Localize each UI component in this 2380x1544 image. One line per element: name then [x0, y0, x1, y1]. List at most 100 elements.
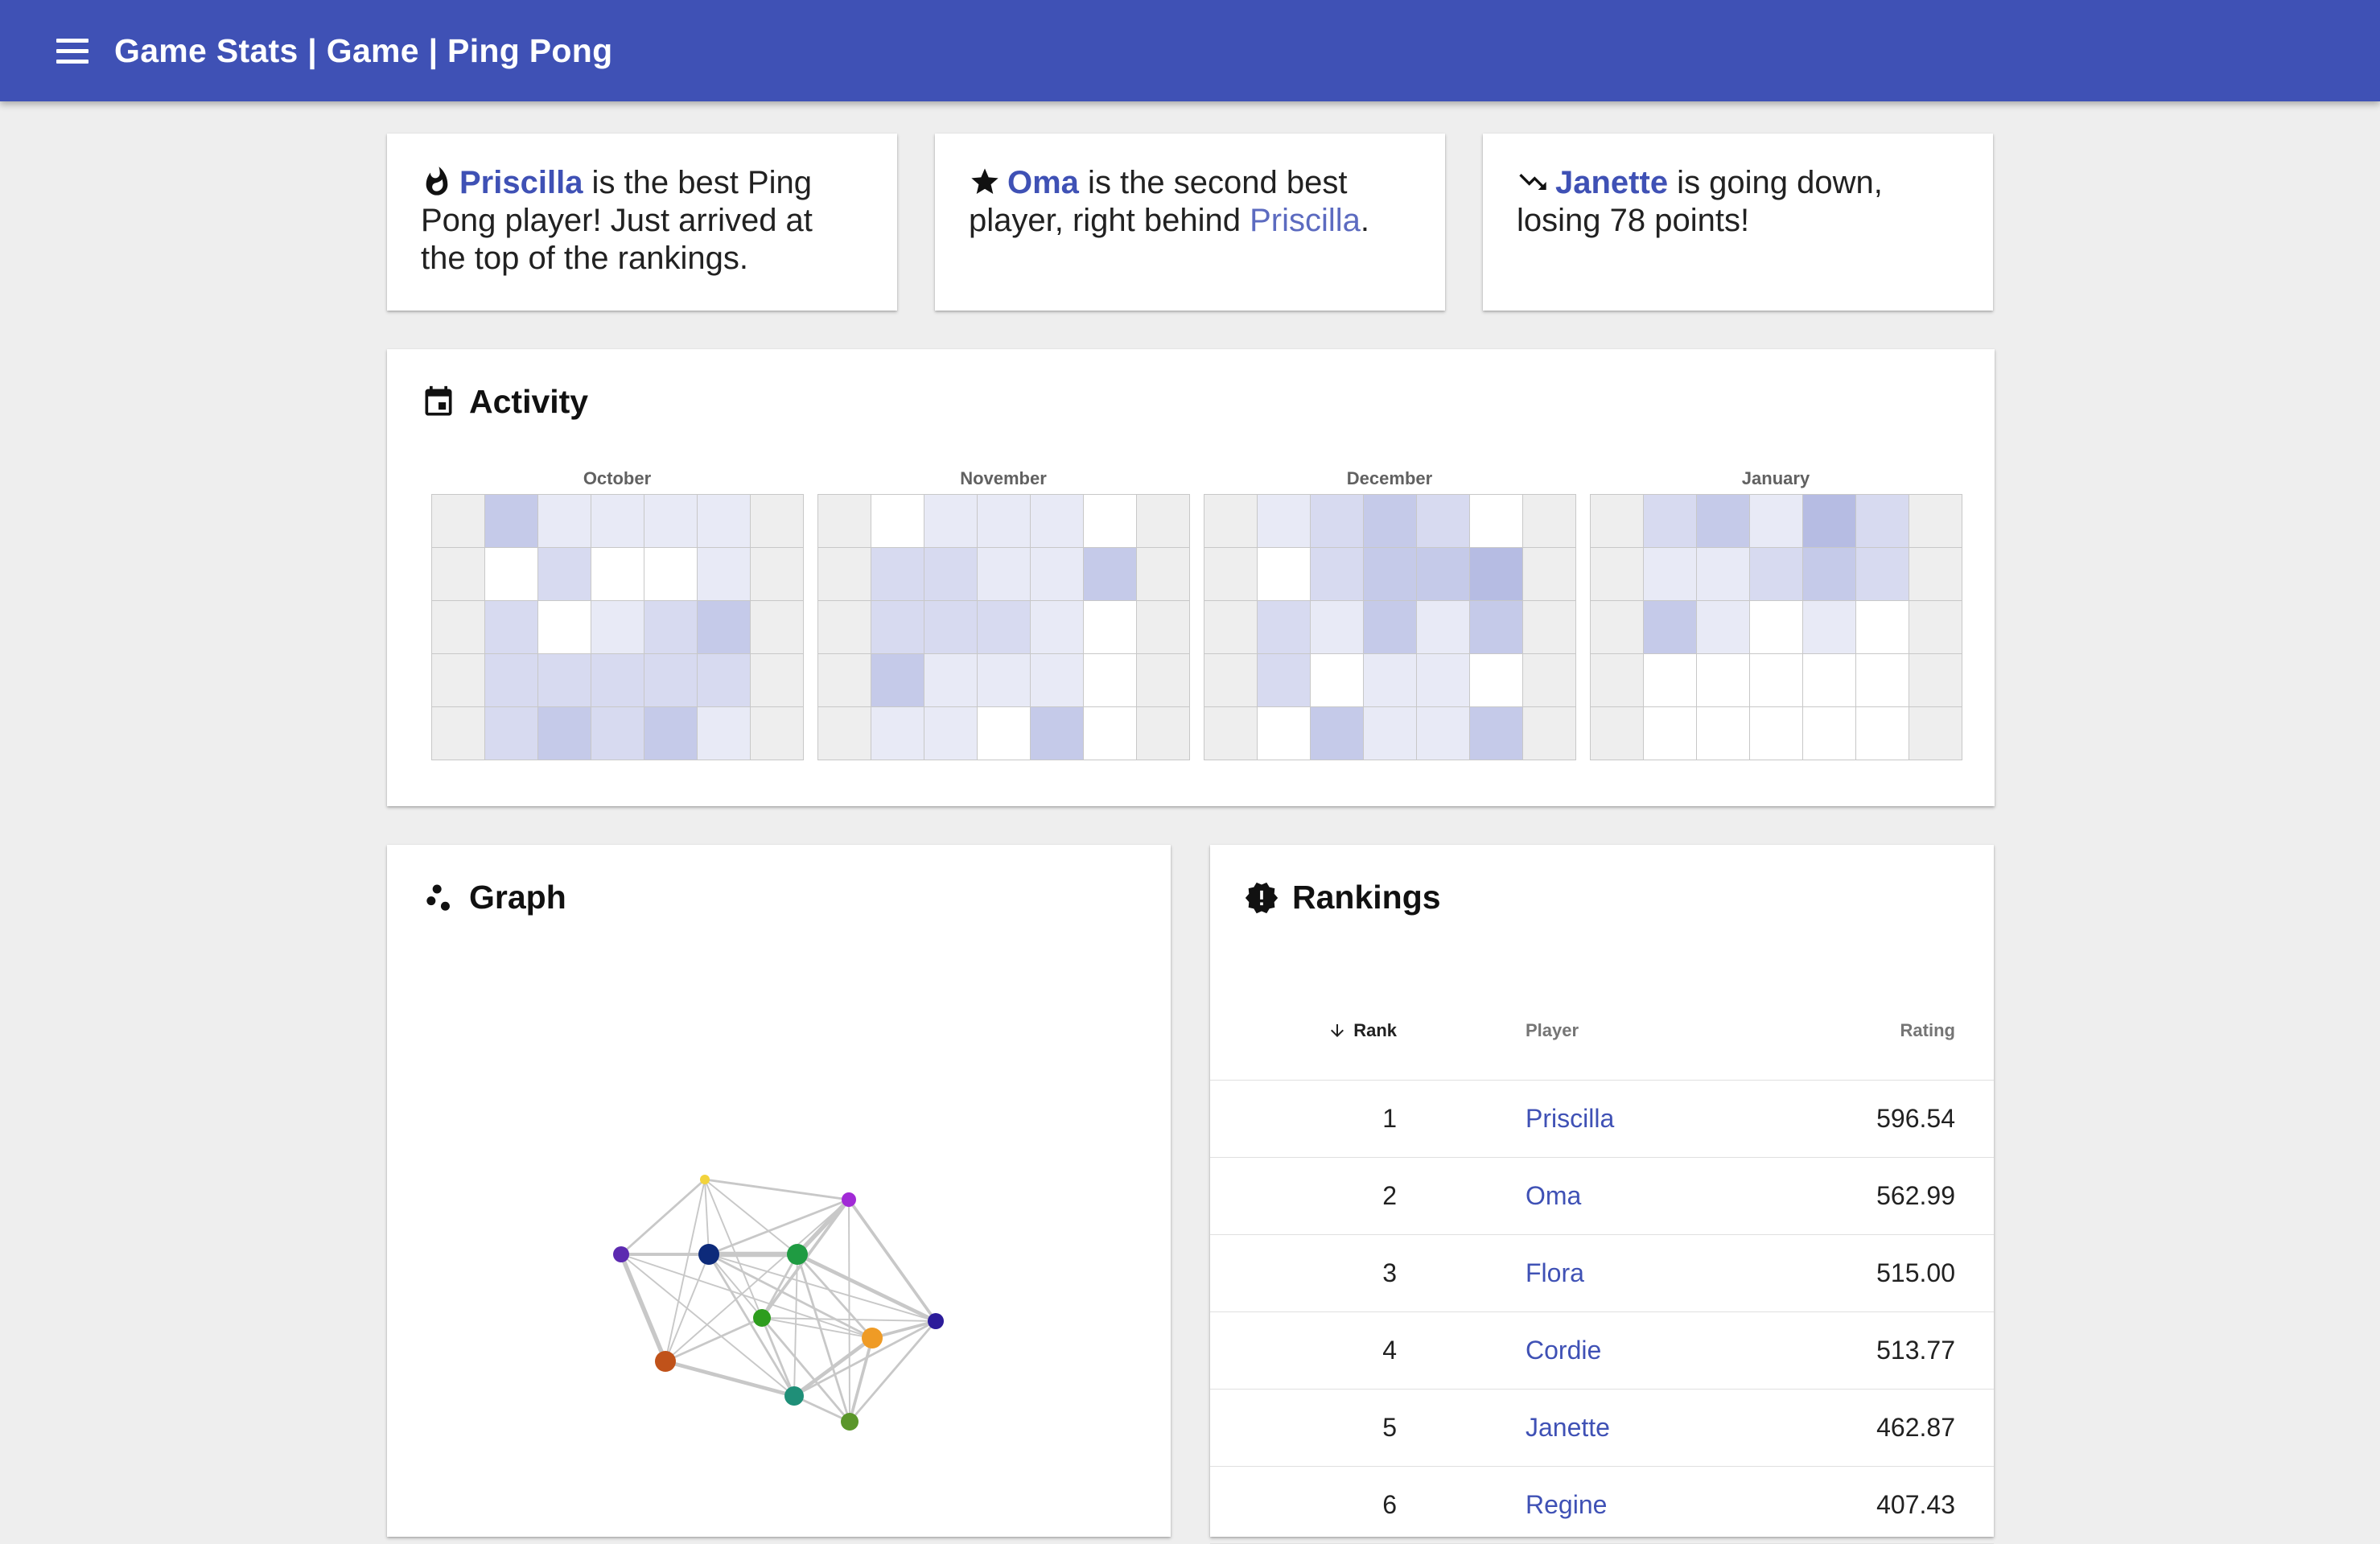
day-cell[interactable]: [1137, 495, 1190, 548]
day-cell[interactable]: [1137, 654, 1190, 707]
day-cell[interactable]: [538, 548, 591, 601]
day-cell[interactable]: [751, 707, 804, 760]
day-cell[interactable]: [1644, 707, 1697, 760]
day-cell[interactable]: [591, 548, 644, 601]
day-cell[interactable]: [1591, 548, 1644, 601]
graph-node[interactable]: [784, 1386, 804, 1406]
day-cell[interactable]: [751, 548, 804, 601]
day-cell[interactable]: [1856, 654, 1909, 707]
day-cell[interactable]: [1031, 654, 1084, 707]
day-cell[interactable]: [1084, 495, 1137, 548]
player-link[interactable]: Oma: [1526, 1157, 1727, 1235]
day-cell[interactable]: [1084, 654, 1137, 707]
day-cell[interactable]: [432, 654, 485, 707]
day-cell[interactable]: [751, 601, 804, 654]
player-network-graph[interactable]: [387, 845, 1171, 1537]
day-cell[interactable]: [1644, 654, 1697, 707]
day-cell[interactable]: [1311, 707, 1364, 760]
day-cell[interactable]: [1084, 601, 1137, 654]
day-cell[interactable]: [1697, 707, 1750, 760]
day-cell[interactable]: [1311, 548, 1364, 601]
day-cell[interactable]: [818, 601, 871, 654]
day-cell[interactable]: [978, 654, 1031, 707]
day-cell[interactable]: [1470, 495, 1523, 548]
graph-node[interactable]: [655, 1351, 676, 1372]
day-cell[interactable]: [644, 707, 698, 760]
player-link[interactable]: Priscilla: [1526, 1080, 1727, 1158]
day-cell[interactable]: [1856, 495, 1909, 548]
day-cell[interactable]: [1204, 707, 1258, 760]
day-cell[interactable]: [698, 654, 751, 707]
rank-column-header[interactable]: Rank: [1210, 982, 1397, 1081]
day-cell[interactable]: [1258, 707, 1311, 760]
day-cell[interactable]: [1909, 601, 1962, 654]
day-cell[interactable]: [818, 495, 871, 548]
day-cell[interactable]: [1591, 654, 1644, 707]
day-cell[interactable]: [751, 495, 804, 548]
day-cell[interactable]: [1311, 495, 1364, 548]
day-cell[interactable]: [1204, 548, 1258, 601]
day-cell[interactable]: [1311, 601, 1364, 654]
day-cell[interactable]: [1803, 707, 1856, 760]
rating-column-header[interactable]: Rating: [1727, 982, 1994, 1081]
day-cell[interactable]: [924, 707, 978, 760]
day-cell[interactable]: [1909, 548, 1962, 601]
day-cell[interactable]: [1417, 548, 1470, 601]
player-link-second[interactable]: Oma: [1007, 165, 1079, 200]
day-cell[interactable]: [1417, 707, 1470, 760]
menu-icon[interactable]: [56, 31, 95, 70]
player-column-header[interactable]: Player: [1526, 982, 1727, 1081]
day-cell[interactable]: [538, 601, 591, 654]
day-cell[interactable]: [1803, 548, 1856, 601]
day-cell[interactable]: [1697, 548, 1750, 601]
day-cell[interactable]: [485, 654, 538, 707]
day-cell[interactable]: [1909, 495, 1962, 548]
player-link-best[interactable]: Priscilla: [459, 165, 583, 200]
day-cell[interactable]: [871, 707, 924, 760]
day-cell[interactable]: [871, 548, 924, 601]
day-cell[interactable]: [1750, 601, 1803, 654]
day-cell[interactable]: [1523, 495, 1576, 548]
day-cell[interactable]: [1750, 707, 1803, 760]
day-cell[interactable]: [432, 601, 485, 654]
day-cell[interactable]: [1856, 707, 1909, 760]
player-link-falling[interactable]: Janette: [1555, 165, 1668, 200]
day-cell[interactable]: [538, 495, 591, 548]
day-cell[interactable]: [1750, 548, 1803, 601]
day-cell[interactable]: [1644, 495, 1697, 548]
day-cell[interactable]: [1697, 654, 1750, 707]
day-cell[interactable]: [1364, 548, 1417, 601]
day-cell[interactable]: [432, 707, 485, 760]
day-cell[interactable]: [1031, 548, 1084, 601]
graph-node[interactable]: [753, 1309, 771, 1327]
day-cell[interactable]: [1031, 601, 1084, 654]
day-cell[interactable]: [1137, 601, 1190, 654]
day-cell[interactable]: [1644, 548, 1697, 601]
graph-node[interactable]: [698, 1244, 719, 1265]
day-cell[interactable]: [1750, 495, 1803, 548]
graph-node[interactable]: [928, 1313, 944, 1329]
day-cell[interactable]: [1644, 601, 1697, 654]
day-cell[interactable]: [924, 601, 978, 654]
day-cell[interactable]: [1084, 548, 1137, 601]
graph-node[interactable]: [841, 1413, 859, 1431]
graph-node[interactable]: [842, 1192, 856, 1207]
day-cell[interactable]: [978, 601, 1031, 654]
day-cell[interactable]: [644, 495, 698, 548]
day-cell[interactable]: [1750, 654, 1803, 707]
day-cell[interactable]: [1364, 601, 1417, 654]
day-cell[interactable]: [1470, 548, 1523, 601]
day-cell[interactable]: [698, 548, 751, 601]
day-cell[interactable]: [751, 654, 804, 707]
day-cell[interactable]: [1311, 654, 1364, 707]
day-cell[interactable]: [1364, 707, 1417, 760]
day-cell[interactable]: [698, 601, 751, 654]
day-cell[interactable]: [1856, 548, 1909, 601]
day-cell[interactable]: [1470, 707, 1523, 760]
day-cell[interactable]: [1258, 495, 1311, 548]
day-cell[interactable]: [485, 548, 538, 601]
day-cell[interactable]: [1417, 495, 1470, 548]
day-cell[interactable]: [538, 707, 591, 760]
day-cell[interactable]: [485, 495, 538, 548]
day-cell[interactable]: [1523, 601, 1576, 654]
